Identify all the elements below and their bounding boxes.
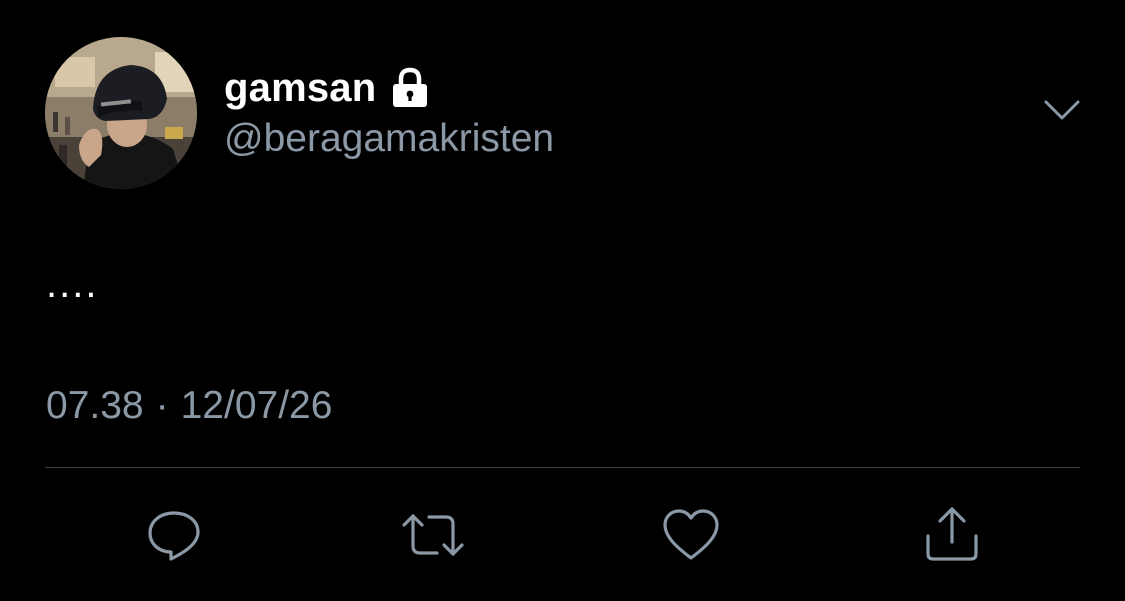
tweet-detail: gamsan @beragamakristen .... 07.38 · 12/07…	[0, 0, 1125, 601]
avatar[interactable]	[45, 37, 197, 189]
tweet-text: ....	[46, 262, 99, 306]
avatar-photo	[45, 37, 197, 189]
tweet-time: 07.38	[46, 384, 144, 427]
retweet-icon	[401, 506, 465, 564]
divider	[45, 467, 1080, 468]
share-icon	[922, 506, 982, 564]
chevron-down-icon[interactable]	[1042, 96, 1082, 126]
share-button[interactable]	[922, 505, 982, 565]
lock-icon	[390, 67, 430, 109]
speech-bubble-icon	[145, 506, 203, 564]
user-name-row[interactable]: gamsan	[224, 62, 430, 114]
display-name[interactable]: gamsan	[224, 66, 376, 111]
retweet-button[interactable]	[401, 505, 465, 565]
like-button[interactable]	[661, 505, 721, 565]
tweet-date: 12/07/26	[180, 384, 333, 427]
reply-button[interactable]	[144, 505, 204, 565]
heart-icon	[661, 506, 721, 564]
tweet-timestamp: 07.38 · 12/07/26	[46, 384, 332, 428]
user-handle[interactable]: @beragamakristen	[224, 117, 554, 161]
meta-separator: ·	[155, 384, 169, 427]
